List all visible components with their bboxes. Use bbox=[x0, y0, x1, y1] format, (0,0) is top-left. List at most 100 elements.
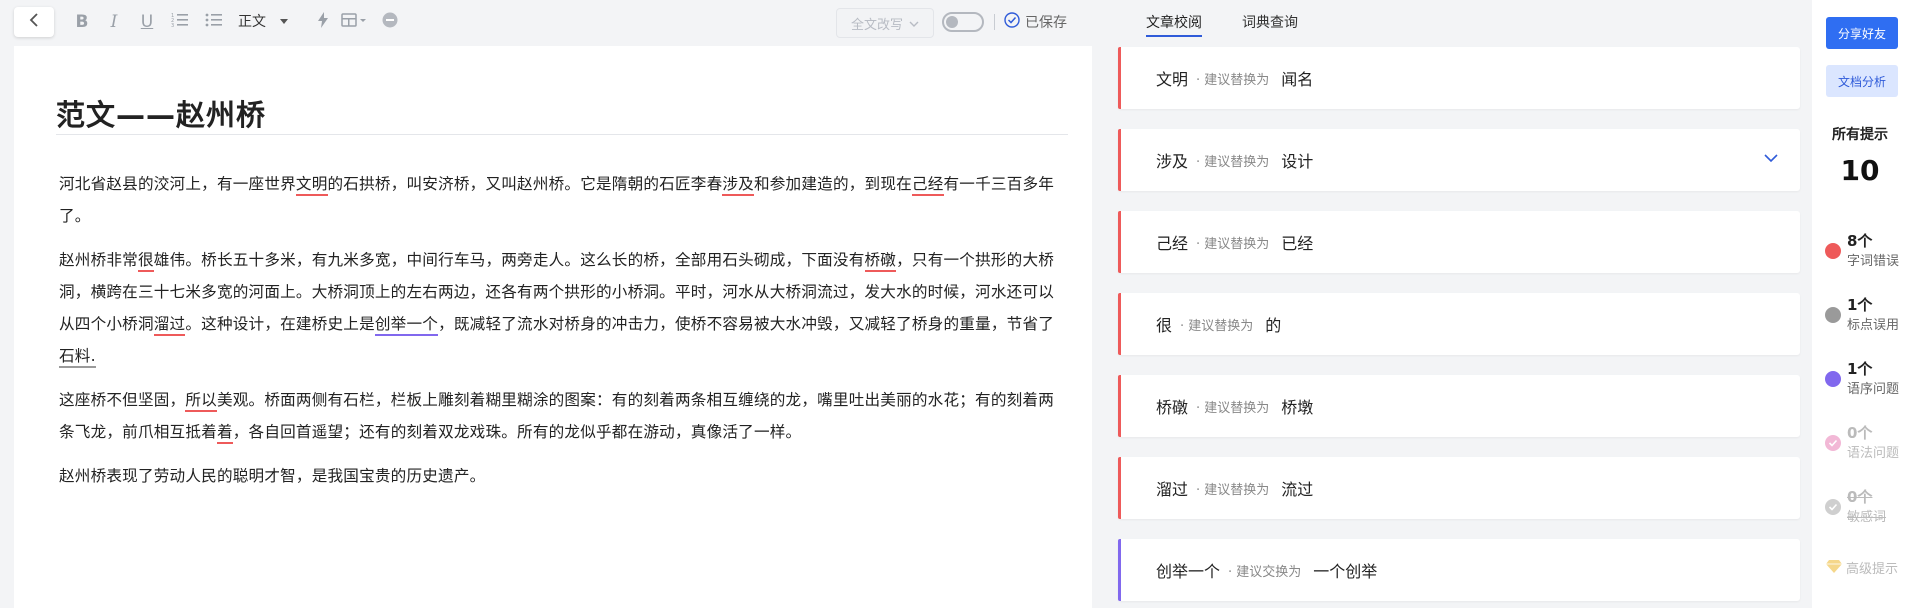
error-mark[interactable]: 溜过 bbox=[153, 315, 186, 336]
error-mark[interactable]: 创举一个 bbox=[374, 315, 439, 336]
suggestion-type-bar bbox=[1118, 375, 1121, 437]
paragraph-text: 。这种设计，在建桥史上是 bbox=[185, 315, 375, 333]
suggestion-original: 创举一个 bbox=[1156, 562, 1221, 581]
suggestion-card[interactable]: 创举一个 · 建议交换为 一个创举 bbox=[1118, 539, 1800, 601]
paragraph[interactable]: 河北省赵县的洨河上，有一座世界文明的石拱桥，叫安济桥，又叫赵州桥。它是隋朝的石匠… bbox=[59, 168, 1069, 232]
save-status: 已保存 bbox=[1004, 12, 1067, 32]
suggestion-replacement[interactable]: 已经 bbox=[1281, 230, 1313, 254]
suggestion-replacement[interactable]: 流过 bbox=[1281, 476, 1313, 500]
share-button-label: 分享好友 bbox=[1837, 26, 1886, 41]
error-mark[interactable]: 己经 bbox=[911, 175, 944, 196]
title-divider bbox=[56, 134, 1068, 135]
suggestion-type-bar bbox=[1118, 47, 1121, 109]
hint-stat[interactable]: 0个敏感词 bbox=[1825, 484, 1908, 525]
suggestion-replacement[interactable]: 桥墩 bbox=[1281, 394, 1313, 418]
lightning-icon bbox=[317, 11, 329, 33]
panel-tabs: 文章校阅 词典查询 bbox=[1146, 12, 1298, 37]
more-icon bbox=[382, 12, 398, 33]
document-editor[interactable]: 范文——赵州桥 河北省赵县的洨河上，有一座世界文明的石拱桥，叫安济桥，又叫赵州桥… bbox=[14, 46, 1092, 608]
hint-stat[interactable]: 8个 字词错误 bbox=[1825, 228, 1908, 269]
suggestion-card[interactable]: 文明 · 建议替换为 闻名 bbox=[1118, 47, 1800, 109]
error-mark[interactable]: 涉及 bbox=[722, 175, 754, 196]
hint-stat-label: 字词错误 bbox=[1847, 254, 1900, 269]
suggestion-type-bar bbox=[1118, 293, 1121, 355]
suggestion-card[interactable]: 很 · 建议替换为的 bbox=[1118, 293, 1800, 355]
hint-stat-label: 标点误用 bbox=[1847, 318, 1900, 333]
paragraph[interactable]: 这座桥不但坚固，所以美观。桥面两侧有石栏，栏板上雕刻着糊里糊涂的图案：有的刻着两… bbox=[59, 384, 1069, 448]
suggestion-original: 涉及 bbox=[1156, 152, 1189, 171]
paragraph-style-select[interactable]: 正文 bbox=[238, 11, 288, 31]
suggestion-type-bar bbox=[1118, 457, 1121, 519]
right-sidebar: 分享好友 文档分析 所有提示 10 8个 字词错误 1个 标点误用 1个 语序问题 0个 语法… bbox=[1812, 0, 1908, 608]
paragraph[interactable]: 赵州桥表现了劳动人民的聪明才智，是我国宝贵的历史遗产。 bbox=[59, 460, 1069, 492]
suggestion-card[interactable]: 溜过 · 建议替换为 流过 bbox=[1118, 457, 1800, 519]
save-status-label: 已保存 bbox=[1025, 15, 1067, 31]
suggestion-original: 很 bbox=[1156, 316, 1173, 335]
suggestion-hint: · 建议替换为 bbox=[1196, 400, 1270, 416]
error-mark[interactable]: 桥礅 bbox=[864, 251, 897, 272]
hint-stat[interactable]: 1个 标点误用 bbox=[1825, 292, 1908, 333]
suggestion-hint: · 建议替换为 bbox=[1196, 236, 1270, 252]
suggestion-card[interactable]: 己经 · 建议替换为 已经 bbox=[1118, 211, 1800, 273]
document-analysis-label: 文档分析 bbox=[1837, 74, 1886, 89]
chevron-down-icon[interactable] bbox=[1764, 148, 1778, 167]
check-circle-icon bbox=[1004, 12, 1020, 32]
advanced-hints-button[interactable]: 高级提示 bbox=[1826, 558, 1898, 577]
suggestion-replacement[interactable]: 闻名 bbox=[1281, 66, 1313, 90]
italic-button[interactable]: I bbox=[104, 10, 124, 34]
all-hints-heading: 所有提示 bbox=[1832, 127, 1888, 143]
quick-action-button[interactable] bbox=[316, 10, 330, 34]
suggestion-replacement[interactable]: 设计 bbox=[1281, 148, 1313, 172]
hint-stat-label: 敏感词 bbox=[1847, 510, 1887, 525]
more-button[interactable] bbox=[382, 10, 398, 34]
suggestion-card[interactable]: 桥礅 · 建议替换为 桥墩 bbox=[1118, 375, 1800, 437]
paragraph-text: ，既减轻了流水对桥身的冲击力，使桥不容易被大水冲毁，又减轻了桥身的重量，节省了 bbox=[438, 315, 1055, 333]
suggestion-original: 桥礅 bbox=[1156, 398, 1189, 417]
bold-button[interactable]: B bbox=[72, 10, 92, 34]
bold-icon: B bbox=[75, 12, 89, 32]
document-analysis-button[interactable]: 文档分析 bbox=[1826, 65, 1898, 97]
paragraph[interactable]: 赵州桥非常很雄伟。桥长五十多米，有九米多宽，中间行车马，两旁走人。这么长的桥，全… bbox=[59, 244, 1069, 372]
full-rewrite-button[interactable]: 全文改写 bbox=[836, 8, 934, 38]
document-title[interactable]: 范文——赵州桥 bbox=[56, 92, 266, 134]
suggestion-type-bar bbox=[1118, 129, 1121, 191]
error-mark[interactable]: 文明 bbox=[295, 175, 328, 196]
suggestion-replacement[interactable]: 的 bbox=[1265, 312, 1281, 336]
suggestion-card[interactable]: 涉及 · 建议替换为 设计 bbox=[1118, 129, 1800, 191]
toggle-knob bbox=[946, 16, 958, 28]
hint-stat-count: 1个 bbox=[1847, 360, 1873, 378]
hint-stat-count: 0个 bbox=[1847, 424, 1873, 442]
back-button[interactable] bbox=[14, 7, 54, 37]
suggestion-hint: · 建议替换为 bbox=[1196, 482, 1270, 498]
error-mark[interactable]: 所以 bbox=[185, 391, 217, 412]
suggestion-hint: · 建议替换为 bbox=[1196, 72, 1270, 88]
hint-stat-dot bbox=[1825, 499, 1841, 515]
hint-stat[interactable]: 0个 语法问题 bbox=[1825, 420, 1908, 461]
toolbar-divider bbox=[994, 14, 995, 30]
error-mark[interactable]: 很 bbox=[137, 251, 154, 272]
tab-dictionary[interactable]: 词典查询 bbox=[1242, 12, 1298, 37]
caret-down-icon bbox=[280, 13, 288, 29]
auto-check-toggle[interactable] bbox=[942, 12, 984, 32]
suggestion-replacement[interactable]: 一个创举 bbox=[1313, 558, 1377, 582]
italic-icon: I bbox=[110, 12, 118, 32]
bullet-list-button[interactable] bbox=[204, 10, 224, 34]
hint-stat-dot bbox=[1825, 371, 1841, 387]
ordered-list-button[interactable]: 123 bbox=[170, 10, 190, 34]
chevron-left-icon bbox=[27, 12, 41, 32]
error-mark[interactable]: 石料. bbox=[59, 347, 96, 368]
error-mark[interactable]: 着 bbox=[216, 423, 233, 444]
hint-stat-dot bbox=[1825, 435, 1841, 451]
hint-stat-count: 0个 bbox=[1847, 488, 1873, 506]
document-body[interactable]: 河北省赵县的洨河上，有一座世界文明的石拱桥，叫安济桥，又叫赵州桥。它是隋朝的石匠… bbox=[59, 168, 1069, 504]
suggestion-original: 溜过 bbox=[1156, 480, 1189, 499]
advanced-hints-label: 高级提示 bbox=[1846, 562, 1899, 577]
share-button[interactable]: 分享好友 bbox=[1826, 17, 1898, 49]
hint-stat-dot bbox=[1825, 243, 1841, 259]
paragraph-text: 雄伟。桥长五十多米，有九米多宽，中间行车马，两旁走人。这么长的桥，全部用石头砌成… bbox=[153, 251, 865, 269]
paragraph-text: 赵州桥表现了劳动人民的聪明才智，是我国宝贵的历史遗产。 bbox=[59, 467, 486, 485]
underline-button[interactable]: U bbox=[137, 10, 157, 34]
layout-button[interactable] bbox=[340, 10, 368, 34]
tab-proofread[interactable]: 文章校阅 bbox=[1146, 12, 1202, 37]
hint-stat[interactable]: 1个 语序问题 bbox=[1825, 356, 1908, 397]
